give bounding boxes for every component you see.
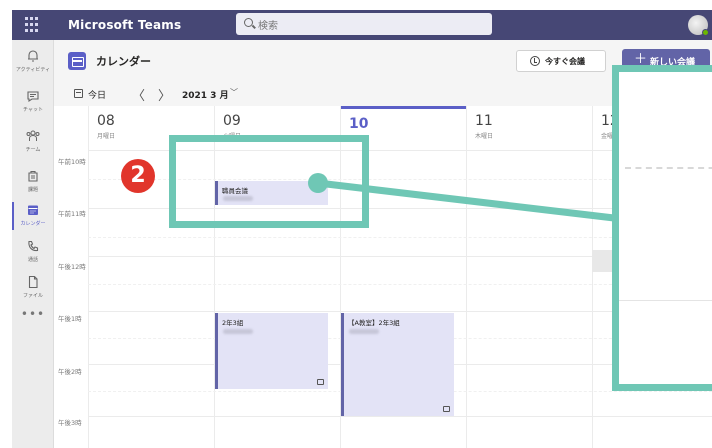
zoom-divider <box>619 300 712 301</box>
highlight-box <box>169 135 369 228</box>
zoom-dashed-line <box>625 167 712 169</box>
zoom-callout-panel <box>612 65 712 391</box>
step-badge: 2 <box>121 159 155 193</box>
